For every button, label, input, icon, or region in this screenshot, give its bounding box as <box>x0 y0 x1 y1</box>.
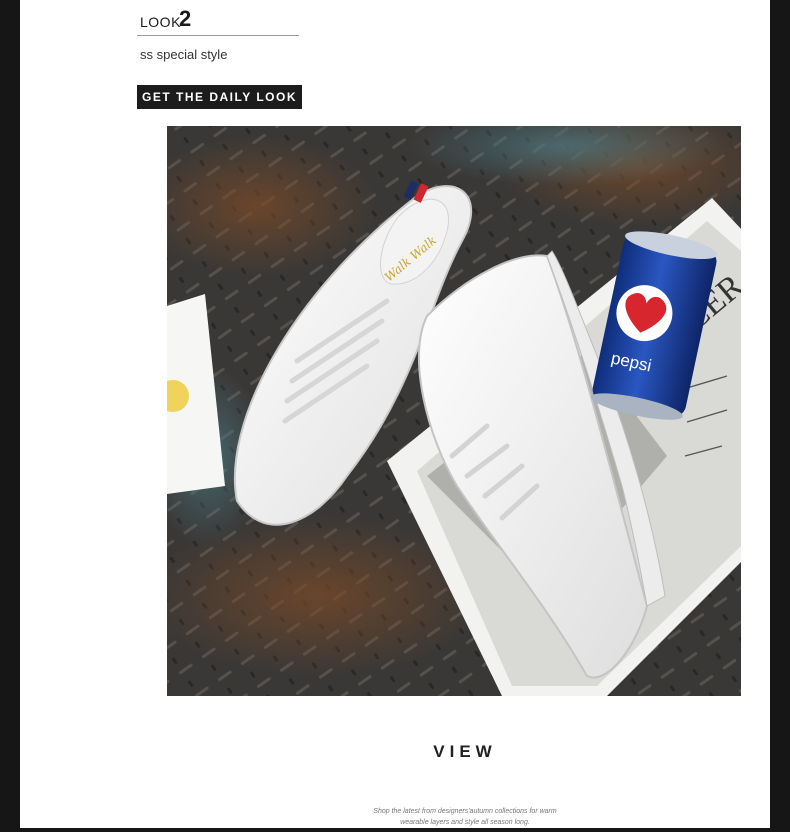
view-caption: Shop the latest from designers'autumn co… <box>320 806 610 828</box>
view-heading: VIEW <box>433 742 497 761</box>
content-panel: LOOK 2 ss special style GET THE DAILY LO… <box>20 0 770 828</box>
sneaker-photo-illustration: CER Walk Walk pepsi <box>167 126 741 696</box>
daily-look-badge[interactable]: GET THE DAILY LOOK <box>137 85 302 109</box>
product-photo: CER Walk Walk pepsi <box>167 126 741 696</box>
style-subtitle: ss special style <box>140 47 228 62</box>
frame-right-border <box>770 0 790 832</box>
frame-bottom-border <box>0 828 790 832</box>
frame-left-border <box>0 0 20 832</box>
look-number: 2 <box>179 6 192 31</box>
caption-line: wearable layers and style all season lon… <box>400 819 530 826</box>
look-label: LOOK <box>140 14 181 30</box>
caption-line: Shop the latest from designers'autumn co… <box>373 808 557 815</box>
heading-divider <box>137 35 299 36</box>
